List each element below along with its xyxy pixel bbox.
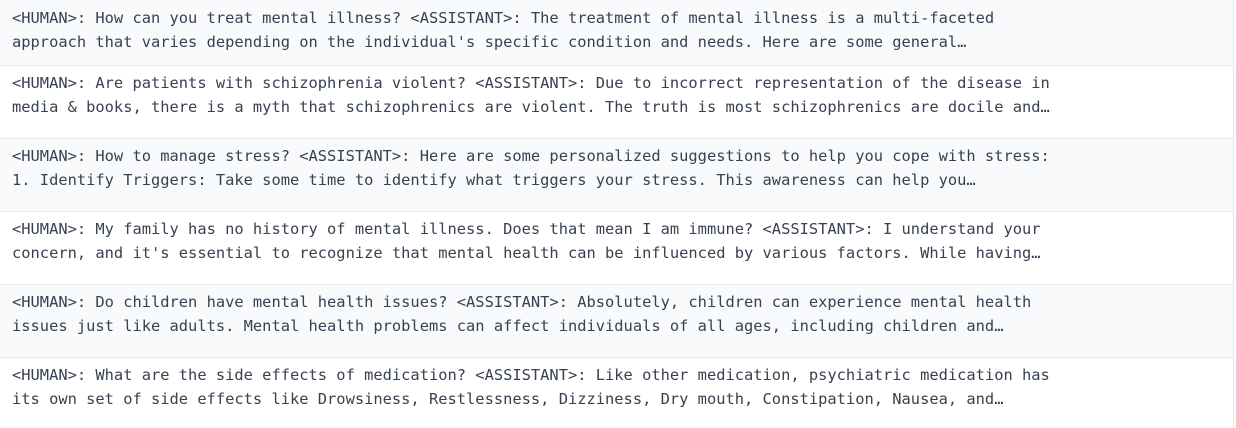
text-line: <HUMAN>: How can you treat mental illnes…: [12, 9, 995, 27]
table-row[interactable]: <HUMAN>: How to manage stress? <ASSISTAN…: [0, 139, 1233, 212]
table-row[interactable]: <HUMAN>: Are patients with schizophrenia…: [0, 66, 1233, 139]
text-line: <HUMAN>: My family has no history of men…: [12, 220, 1041, 238]
dataset-text-table: <HUMAN>: How can you treat mental illnes…: [0, 0, 1234, 428]
text-cell[interactable]: <HUMAN>: How can you treat mental illnes…: [12, 6, 1221, 54]
text-line: <HUMAN>: Do children have mental health …: [12, 293, 1032, 311]
text-line: media & books, there is a myth that schi…: [12, 98, 1050, 116]
text-line: 1. Identify Triggers: Take some time to …: [12, 171, 976, 189]
table-row[interactable]: <HUMAN>: What are the side effects of me…: [0, 358, 1233, 428]
table-row[interactable]: <HUMAN>: Do children have mental health …: [0, 285, 1233, 358]
table-row[interactable]: <HUMAN>: My family has no history of men…: [0, 212, 1233, 285]
text-line: concern, and it's essential to recognize…: [12, 244, 1041, 262]
text-cell[interactable]: <HUMAN>: How to manage stress? <ASSISTAN…: [12, 144, 1221, 192]
text-line: its own set of side effects like Drowsin…: [12, 390, 1004, 408]
text-line: <HUMAN>: What are the side effects of me…: [12, 366, 1050, 384]
text-line: issues just like adults. Mental health p…: [12, 317, 1004, 335]
text-cell[interactable]: <HUMAN>: My family has no history of men…: [12, 217, 1221, 265]
text-line: approach that varies depending on the in…: [12, 33, 967, 51]
table-row[interactable]: <HUMAN>: How can you treat mental illnes…: [0, 0, 1233, 66]
text-cell[interactable]: <HUMAN>: What are the side effects of me…: [12, 363, 1221, 411]
text-line: <HUMAN>: Are patients with schizophrenia…: [12, 74, 1050, 92]
text-cell[interactable]: <HUMAN>: Are patients with schizophrenia…: [12, 71, 1221, 119]
text-cell[interactable]: <HUMAN>: Do children have mental health …: [12, 290, 1221, 338]
text-line: <HUMAN>: How to manage stress? <ASSISTAN…: [12, 147, 1050, 165]
